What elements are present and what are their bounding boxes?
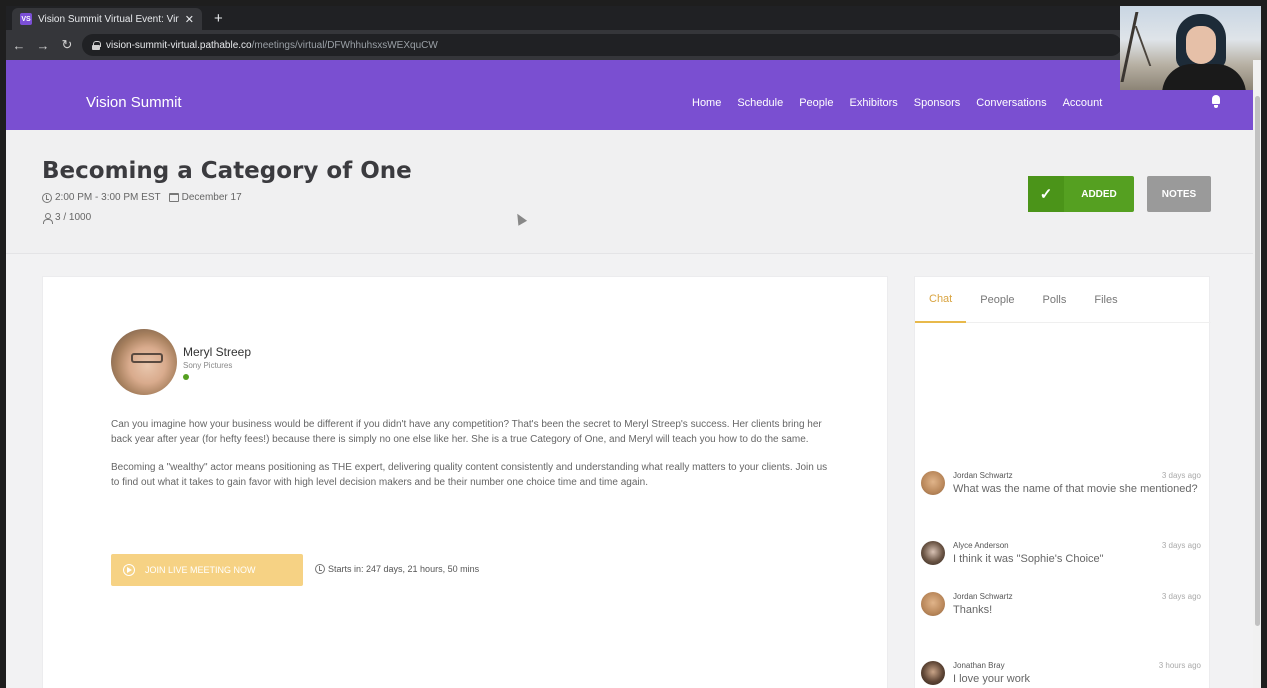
nav-schedule[interactable]: Schedule <box>737 97 783 109</box>
screen: VS Vision Summit Virtual Event: Virt ✕ +… <box>6 6 1261 688</box>
online-status-dot <box>183 373 189 380</box>
starts-in: Starts in: 247 days, 21 hours, 50 mins <box>315 564 479 574</box>
tab-polls[interactable]: Polls <box>1029 277 1081 323</box>
added-button[interactable]: ✓ ADDED <box>1028 176 1134 212</box>
chat-time: 3 hours ago <box>1158 661 1201 670</box>
chat-body: Jonathan Bray 3 hours ago I love your wo… <box>953 661 1201 687</box>
chat-text: Thanks! <box>953 604 993 616</box>
browser-tabstrip: VS Vision Summit Virtual Event: Virt ✕ + <box>6 6 1261 30</box>
avatar[interactable] <box>921 661 945 685</box>
chat-message: Alyce Anderson 3 days ago I think it was… <box>921 541 1201 567</box>
session-card: Meryl Streep Sony Pictures Can you imagi… <box>42 276 888 688</box>
address-bar[interactable]: vision-summit-virtual.pathable.co/meetin… <box>82 34 1122 56</box>
clock-icon <box>42 192 52 203</box>
tab-files[interactable]: Files <box>1080 277 1131 323</box>
calendar-icon <box>168 193 179 202</box>
user-icon <box>42 212 53 224</box>
mouse-cursor-icon <box>512 211 528 226</box>
chat-time: 3 days ago <box>1161 541 1201 550</box>
chat-time: 3 days ago <box>1161 471 1201 480</box>
webcam-person-face <box>1186 26 1216 64</box>
bell-icon[interactable] <box>1210 94 1222 108</box>
event-time-text: 2:00 PM - 3:00 PM EST <box>55 192 161 203</box>
session-description: Can you imagine how your business would … <box>111 417 831 490</box>
nav-exhibitors[interactable]: Exhibitors <box>849 97 897 109</box>
clock-icon <box>315 564 325 574</box>
chat-body: Alyce Anderson 3 days ago I think it was… <box>953 541 1201 567</box>
tab-chat[interactable]: Chat <box>915 277 967 323</box>
avatar[interactable] <box>921 592 945 616</box>
chat-header: Jordan Schwartz 3 days ago <box>953 592 1201 601</box>
nav-home[interactable]: Home <box>692 97 721 109</box>
chat-header: Jonathan Bray 3 hours ago <box>953 661 1201 670</box>
side-panel: Chat People Polls Files Jordan Schwartz … <box>914 276 1211 688</box>
reload-icon[interactable]: ↻ <box>60 37 74 53</box>
chat-message: Jordan Schwartz 3 days ago Thanks! <box>921 592 1201 618</box>
nav-account[interactable]: Account <box>1063 97 1103 109</box>
chat-body: Jordan Schwartz 3 days ago Thanks! <box>953 592 1201 618</box>
url-host: vision-summit-virtual.pathable.co <box>106 39 252 51</box>
url-path: /meetings/virtual/DFWhhuhsxsWEXquCW <box>251 39 438 51</box>
forward-icon[interactable]: → <box>36 38 50 53</box>
chat-author[interactable]: Jordan Schwartz <box>953 471 1013 480</box>
starts-in-text: Starts in: 247 days, 21 hours, 50 mins <box>328 564 480 574</box>
lock-icon <box>92 40 101 50</box>
description-paragraph: Can you imagine how your business would … <box>111 419 822 445</box>
join-meeting-button[interactable]: JOIN LIVE MEETING NOW <box>111 554 303 586</box>
avatar[interactable] <box>111 329 177 395</box>
page-title: Becoming a Category of One <box>42 158 412 184</box>
nav-people[interactable]: People <box>799 97 833 109</box>
chat-text: What was the name of that movie she ment… <box>953 483 1198 495</box>
back-icon[interactable]: ← <box>12 38 26 53</box>
new-tab-icon[interactable]: + <box>214 10 223 27</box>
chat-body: Jordan Schwartz 3 days ago What was the … <box>953 471 1201 497</box>
notes-button[interactable]: NOTES <box>1147 176 1211 212</box>
join-label: JOIN LIVE MEETING NOW <box>145 565 256 575</box>
browser-tab[interactable]: VS Vision Summit Virtual Event: Virt ✕ <box>12 8 202 30</box>
event-header: Becoming a Category of One 2:00 PM - 3:0… <box>6 130 1261 254</box>
capacity-text: 3 / 1000 <box>55 212 92 223</box>
webcam-overlay <box>1120 6 1261 90</box>
close-icon[interactable]: ✕ <box>185 13 194 26</box>
chat-header: Alyce Anderson 3 days ago <box>953 541 1201 550</box>
chat-message: Jonathan Bray 3 hours ago I love your wo… <box>921 661 1201 687</box>
speaker[interactable]: Meryl Streep Sony Pictures <box>111 329 251 395</box>
url-text: vision-summit-virtual.pathable.co/meetin… <box>106 40 438 51</box>
chat-author[interactable]: Jordan Schwartz <box>953 592 1013 601</box>
speaker-name[interactable]: Meryl Streep <box>183 345 251 359</box>
scrollbar-thumb[interactable] <box>1255 96 1260 626</box>
avatar[interactable] <box>921 541 945 565</box>
chat-header: Jordan Schwartz 3 days ago <box>953 471 1201 480</box>
chat-author[interactable]: Alyce Anderson <box>953 541 1009 550</box>
browser-toolbar: ← → ↻ vision-summit-virtual.pathable.co/… <box>6 30 1261 60</box>
chat-author[interactable]: Jonathan Bray <box>953 661 1005 670</box>
event-date-text: December 17 <box>181 192 242 203</box>
chat-text: I love your work <box>953 673 1031 685</box>
site-favicon-icon: VS <box>20 13 32 25</box>
play-icon <box>123 564 135 576</box>
event-meta: 2:00 PM - 3:00 PM EST December 17 <box>42 192 242 203</box>
chat-message: Jordan Schwartz 3 days ago What was the … <box>921 471 1201 497</box>
tab-people[interactable]: People <box>966 277 1028 323</box>
speaker-info: Meryl Streep Sony Pictures <box>183 345 251 380</box>
avatar[interactable] <box>921 471 945 495</box>
chat-text: I think it was "Sophie's Choice" <box>953 553 1104 565</box>
event-time: 2:00 PM - 3:00 PM EST <box>42 192 161 203</box>
checkmark-icon: ✓ <box>1028 176 1064 212</box>
nav-sponsors[interactable]: Sponsors <box>914 97 960 109</box>
main-nav: Home Schedule People Exhibitors Sponsors… <box>692 97 1102 109</box>
side-tabs: Chat People Polls Files <box>915 277 1211 323</box>
site-header: Vision Summit Home Schedule People Exhib… <box>6 60 1261 130</box>
brand-logo[interactable]: Vision Summit <box>86 94 182 111</box>
speaker-org: Sony Pictures <box>183 360 233 370</box>
event-date: December 17 <box>168 192 242 203</box>
tab-title: Vision Summit Virtual Event: Virt <box>38 13 179 25</box>
event-capacity: 3 / 1000 <box>42 212 92 224</box>
added-label: ADDED <box>1081 188 1117 200</box>
nav-conversations[interactable]: Conversations <box>976 97 1046 109</box>
description-paragraph: Becoming a "wealthy" actor means positio… <box>111 462 828 488</box>
chat-time: 3 days ago <box>1161 592 1201 601</box>
webcam-person-body <box>1162 64 1246 90</box>
